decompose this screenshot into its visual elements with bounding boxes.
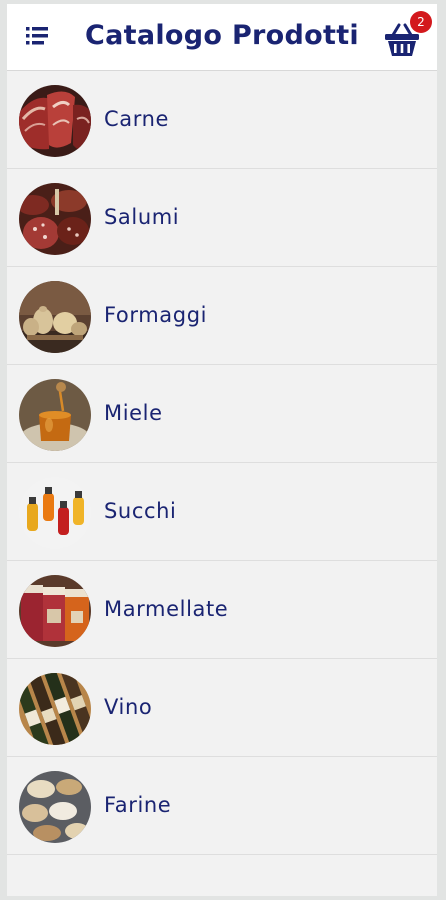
category-item-succhi[interactable]: Succhi: [7, 463, 437, 561]
app-screen: Catalogo Prodotti 2 Carne Salumi Formagg…: [7, 4, 437, 896]
wine-bottles-image: [19, 673, 91, 745]
app-header: Catalogo Prodotti 2: [7, 4, 437, 71]
cart-count-badge: 2: [410, 11, 432, 33]
category-label: Carne: [104, 107, 170, 131]
juice-bottles-image: [19, 477, 91, 549]
page-title: Catalogo Prodotti: [85, 20, 359, 51]
category-label: Salumi: [104, 205, 180, 229]
category-list: Carne Salumi Formaggi Miele Succhi Marme…: [7, 71, 437, 855]
category-item-salumi[interactable]: Salumi: [7, 169, 437, 267]
flour-image: [19, 771, 91, 843]
category-label: Miele: [104, 401, 163, 425]
category-item-farine[interactable]: Farine: [7, 757, 437, 855]
category-label: Succhi: [104, 499, 177, 523]
cheese-image: [19, 281, 91, 353]
category-item-carne[interactable]: Carne: [7, 71, 437, 169]
category-item-formaggi[interactable]: Formaggi: [7, 267, 437, 365]
honey-image: [19, 379, 91, 451]
jam-jars-image: [19, 575, 91, 647]
category-label: Marmellate: [104, 597, 229, 621]
category-label: Formaggi: [104, 303, 208, 327]
category-label: Vino: [104, 695, 153, 719]
cured-meats-image: [19, 183, 91, 255]
category-item-marmellate[interactable]: Marmellate: [7, 561, 437, 659]
category-item-vino[interactable]: Vino: [7, 659, 437, 757]
cart-button[interactable]: 2: [382, 11, 432, 64]
category-item-miele[interactable]: Miele: [7, 365, 437, 463]
category-label: Farine: [104, 793, 172, 817]
meat-image: [19, 85, 91, 157]
